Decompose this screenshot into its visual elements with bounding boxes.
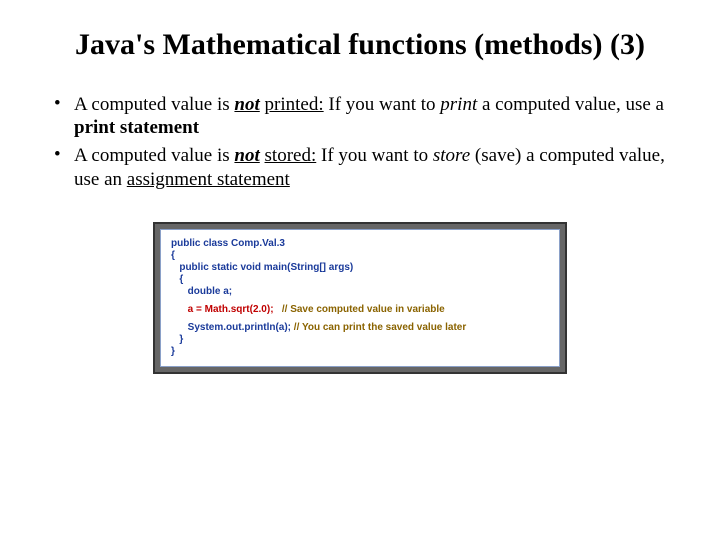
- code-line: {: [171, 274, 549, 286]
- text: If you want to: [324, 94, 441, 115]
- code-container: public class Comp.Val.3 { public static …: [40, 222, 680, 374]
- code-text: a = Math.sqrt(2.0);: [171, 304, 282, 315]
- text-print: print: [440, 94, 477, 115]
- text-print-statement: print statement: [74, 117, 199, 138]
- text-not: not: [234, 145, 259, 166]
- slide-title: Java's Mathematical functions (methods) …: [40, 28, 680, 63]
- code-line: public class Comp.Val.3: [171, 238, 549, 250]
- code-line: }: [171, 334, 549, 346]
- text-assignment-statement: assignment statement: [127, 169, 290, 190]
- bullet-item-2: A computed value is not stored: If you w…: [50, 144, 680, 192]
- code-comment: // You can print the saved value later: [294, 322, 466, 333]
- text: A computed value is: [74, 145, 234, 166]
- code-line: }: [171, 346, 549, 358]
- text: A computed value is: [74, 94, 234, 115]
- code-line: System.out.println(a); // You can print …: [171, 322, 549, 334]
- code-line: double a;: [171, 286, 549, 298]
- text: If you want to: [316, 145, 433, 166]
- code-comment: // Save computed value in variable: [282, 304, 445, 315]
- slide: Java's Mathematical functions (methods) …: [0, 0, 720, 540]
- bullet-item-1: A computed value is not printed: If you …: [50, 93, 680, 141]
- code-line: {: [171, 250, 549, 262]
- code-frame: public class Comp.Val.3 { public static …: [153, 222, 567, 374]
- code-line: a = Math.sqrt(2.0); // Save computed val…: [171, 304, 549, 316]
- code-line: public static void main(String[] args): [171, 262, 549, 274]
- text: a computed value, use a: [477, 94, 664, 115]
- code-text: System.out.println(a);: [171, 322, 294, 333]
- bullet-list: A computed value is not printed: If you …: [40, 93, 680, 192]
- text-stored: stored:: [265, 145, 317, 166]
- text-store: store: [433, 145, 470, 166]
- text-printed: printed:: [265, 94, 324, 115]
- text-not: not: [234, 94, 259, 115]
- code-box: public class Comp.Val.3 { public static …: [160, 229, 560, 367]
